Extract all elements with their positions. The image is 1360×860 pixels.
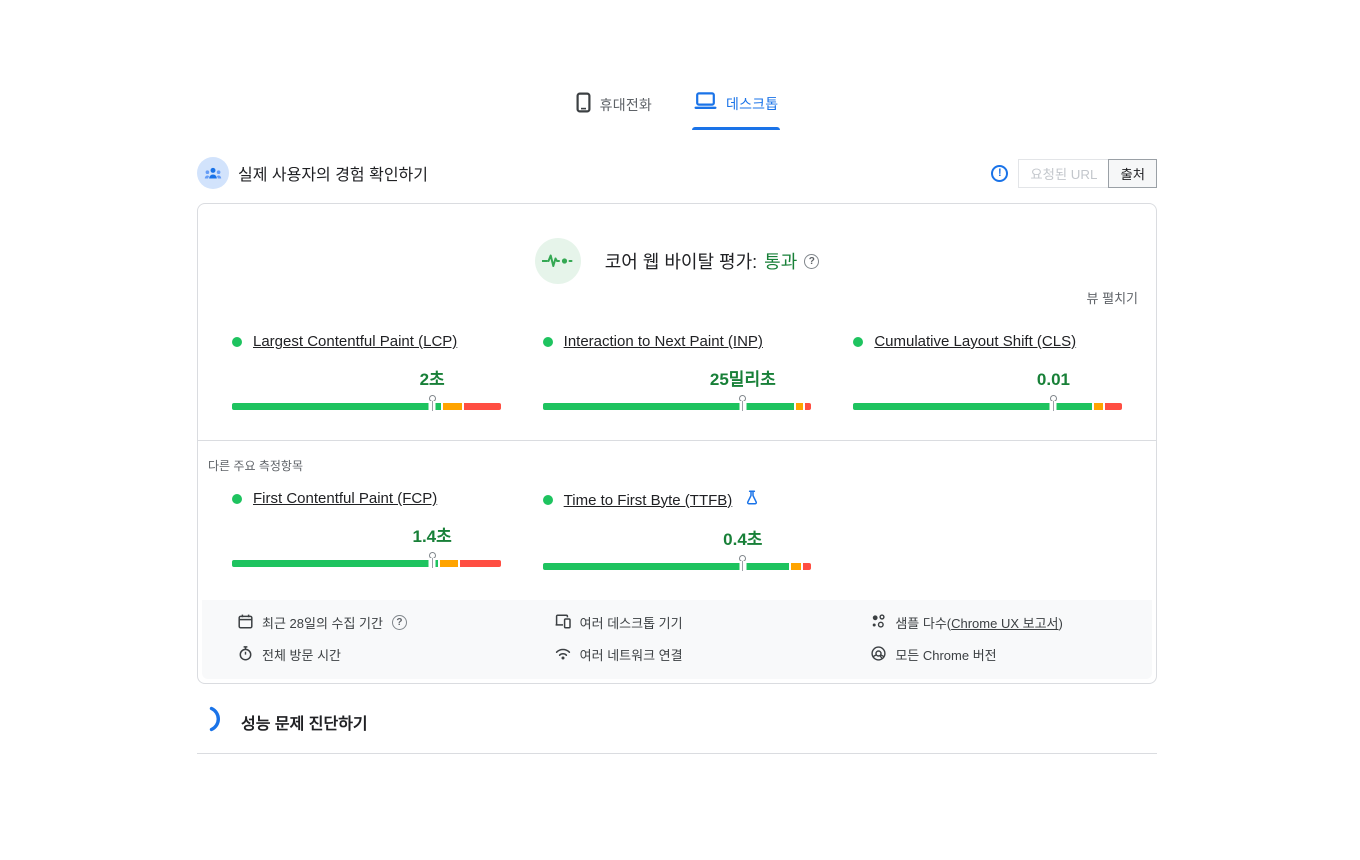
metric-empty-slot [853,490,1122,570]
calendar-icon [238,614,253,632]
fcp-distribution-bar [232,560,501,567]
requested-url-button[interactable]: 요청된 URL [1018,159,1109,188]
p75-marker [1050,395,1057,411]
sample-size-label: 샘플 다수(Chrome UX 보고서) [895,613,1063,632]
metric-cls: Cumulative Layout Shift (CLS) 0.01 [853,333,1122,410]
pulse-icon [535,238,581,284]
bar-poor-segment [460,560,501,567]
fcp-value: 1.4초 [413,522,452,547]
bar-good-segment [543,563,789,570]
network-label: 여러 네트워크 연결 [580,645,683,664]
p75-marker [429,395,436,411]
origin-button[interactable]: 출처 [1108,159,1157,188]
cls-link[interactable]: Cumulative Layout Shift (CLS) [874,333,1076,350]
bar-good-segment [543,403,794,410]
url-origin-toggle: 요청된 URL 출처 [1018,159,1157,188]
cwv-help-icon[interactable]: ? [804,254,819,269]
gauge-arc-icon [209,706,225,737]
fcp-link[interactable]: First Contentful Paint (FCP) [253,490,437,507]
bar-poor-segment [464,403,501,410]
lcp-distribution-bar [232,403,501,410]
sample-size-item: 샘플 다수(Chrome UX 보고서) [871,613,1152,632]
collection-period-label: 최근 28일의 수집 기간 [262,613,383,632]
bar-poor-segment [1105,403,1122,410]
bottom-divider [197,753,1157,754]
visit-durations-item: 전체 방문 시간 [238,645,519,664]
network-item: 여러 네트워크 연결 [555,645,836,664]
lcp-value: 2초 [420,365,445,390]
cwv-assessment-header: 코어 웹 바이탈 평가: 통과 ? [198,238,1156,284]
ttfb-value: 0.4초 [723,525,762,550]
good-dot-icon [853,337,863,347]
secondary-metrics-row: First Contentful Paint (FCP) 1.4초 Time t… [198,490,1156,570]
bar-poor-segment [805,403,811,410]
tab-mobile-label: 휴대전화 [600,95,652,115]
metric-ttfb: Time to First Byte (TTFB) 0.4초 [543,490,812,570]
wifi-icon [555,647,571,663]
visit-durations-label: 전체 방문 시간 [262,645,341,664]
good-dot-icon [232,494,242,504]
p75-marker [739,395,746,411]
real-users-icon [197,157,229,189]
cwv-title-text: 코어 웹 바이탈 평가: [605,248,757,274]
expand-view-button[interactable]: 뷰 펼치기 [1087,288,1138,307]
bar-needs-improvement-segment [796,403,803,410]
ttfb-distribution-bar [543,563,812,570]
cwv-assessment-title: 코어 웹 바이탈 평가: 통과 ? [605,248,820,274]
good-dot-icon [543,495,553,505]
metric-fcp: First Contentful Paint (FCP) 1.4초 [232,490,501,570]
device-tabbar: 휴대전화 데스크톱 [197,0,1157,133]
good-dot-icon [232,337,242,347]
bar-good-segment [232,560,438,567]
stopwatch-icon [238,646,253,664]
sample-dots-icon [871,614,886,632]
metric-inp: Interaction to Next Paint (INP) 25밀리초 [543,333,812,410]
devices-icon [555,614,571,632]
p75-marker [739,555,746,571]
collection-period-item: 최근 28일의 수집 기간 ? [238,613,519,632]
diagnose-title: 성능 문제 진단하기 [241,710,368,734]
info-icon[interactable]: ! [991,165,1008,182]
experimental-flask-icon[interactable] [745,490,759,510]
tab-mobile[interactable]: 휴대전화 [574,88,654,133]
inp-value: 25밀리초 [710,365,776,390]
cls-value: 0.01 [1037,370,1070,390]
tab-desktop-label: 데스크톱 [726,94,778,114]
bar-poor-segment [803,563,812,570]
desktop-icon [694,92,717,115]
devices-label: 여러 데스크톱 기기 [580,613,683,632]
phone-icon [576,92,591,118]
tab-desktop-underline [692,127,780,130]
lcp-link[interactable]: Largest Contentful Paint (LCP) [253,333,457,350]
p75-marker [429,552,436,568]
crux-report-link[interactable]: Chrome UX 보고서 [951,616,1058,631]
metric-lcp: Largest Contentful Paint (LCP) 2초 [232,333,501,410]
tab-desktop[interactable]: 데스크톱 [692,88,780,133]
tab-mobile-underline [574,130,654,133]
bar-needs-improvement-segment [443,403,462,410]
bar-needs-improvement-segment [1094,403,1103,410]
other-metrics-label: 다른 주요 측정항목 [198,441,1156,474]
devices-item: 여러 데스크톱 기기 [555,613,836,632]
core-web-vitals-card: 코어 웹 바이탈 평가: 통과 ? 뷰 펼치기 Largest Contentf… [197,203,1157,684]
field-data-header: 실제 사용자의 경험 확인하기 ! 요청된 URL 출처 [197,157,1157,189]
pagespeed-field-data-page: 휴대전화 데스크톱 실제 사용자의 경험 확인하기 [197,0,1157,754]
chrome-icon [871,646,886,664]
bar-good-segment [232,403,441,410]
primary-metrics-row: Largest Contentful Paint (LCP) 2초 Intera… [198,333,1156,410]
bar-needs-improvement-segment [791,563,801,570]
collection-period-help-icon[interactable]: ? [392,615,407,630]
page-title: 실제 사용자의 경험 확인하기 [238,161,428,185]
inp-link[interactable]: Interaction to Next Paint (INP) [564,333,763,350]
cwv-pass-status: 통과 [764,248,797,274]
chrome-versions-item: 모든 Chrome 버전 [871,645,1152,664]
cls-distribution-bar [853,403,1122,410]
bar-needs-improvement-segment [440,560,457,567]
diagnose-performance-section[interactable]: 성능 문제 진단하기 [197,706,1157,737]
data-collection-footer: 최근 28일의 수집 기간 ? 전체 방문 시간 여러 데스크톱 기기 [202,600,1152,679]
ttfb-link[interactable]: Time to First Byte (TTFB) [564,492,733,509]
inp-distribution-bar [543,403,812,410]
chrome-versions-label: 모든 Chrome 버전 [895,645,996,664]
good-dot-icon [543,337,553,347]
